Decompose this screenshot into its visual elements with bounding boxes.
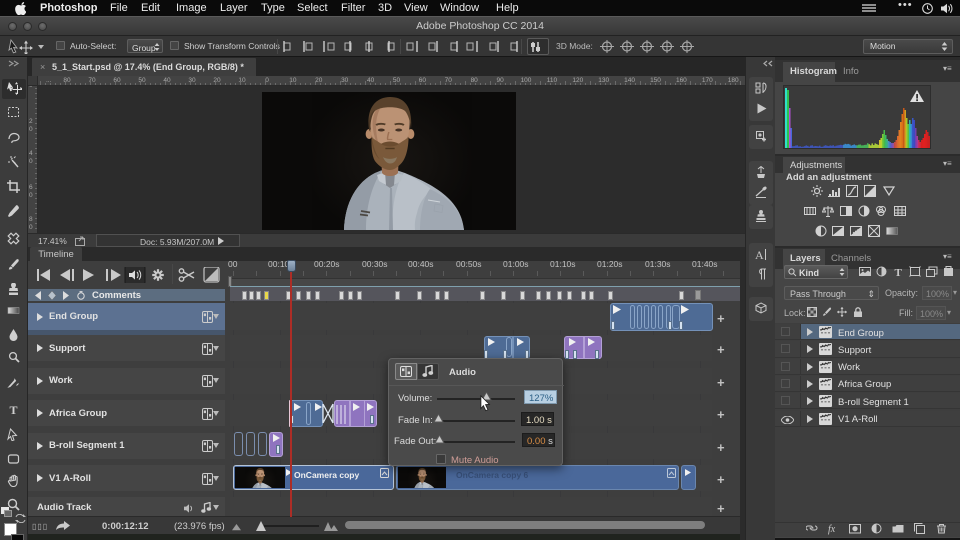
svg-text:T: T: [10, 403, 18, 416]
svg-text:T: T: [895, 267, 903, 278]
svg-text:fx: fx: [828, 524, 836, 535]
svg-text:A: A: [755, 248, 764, 261]
